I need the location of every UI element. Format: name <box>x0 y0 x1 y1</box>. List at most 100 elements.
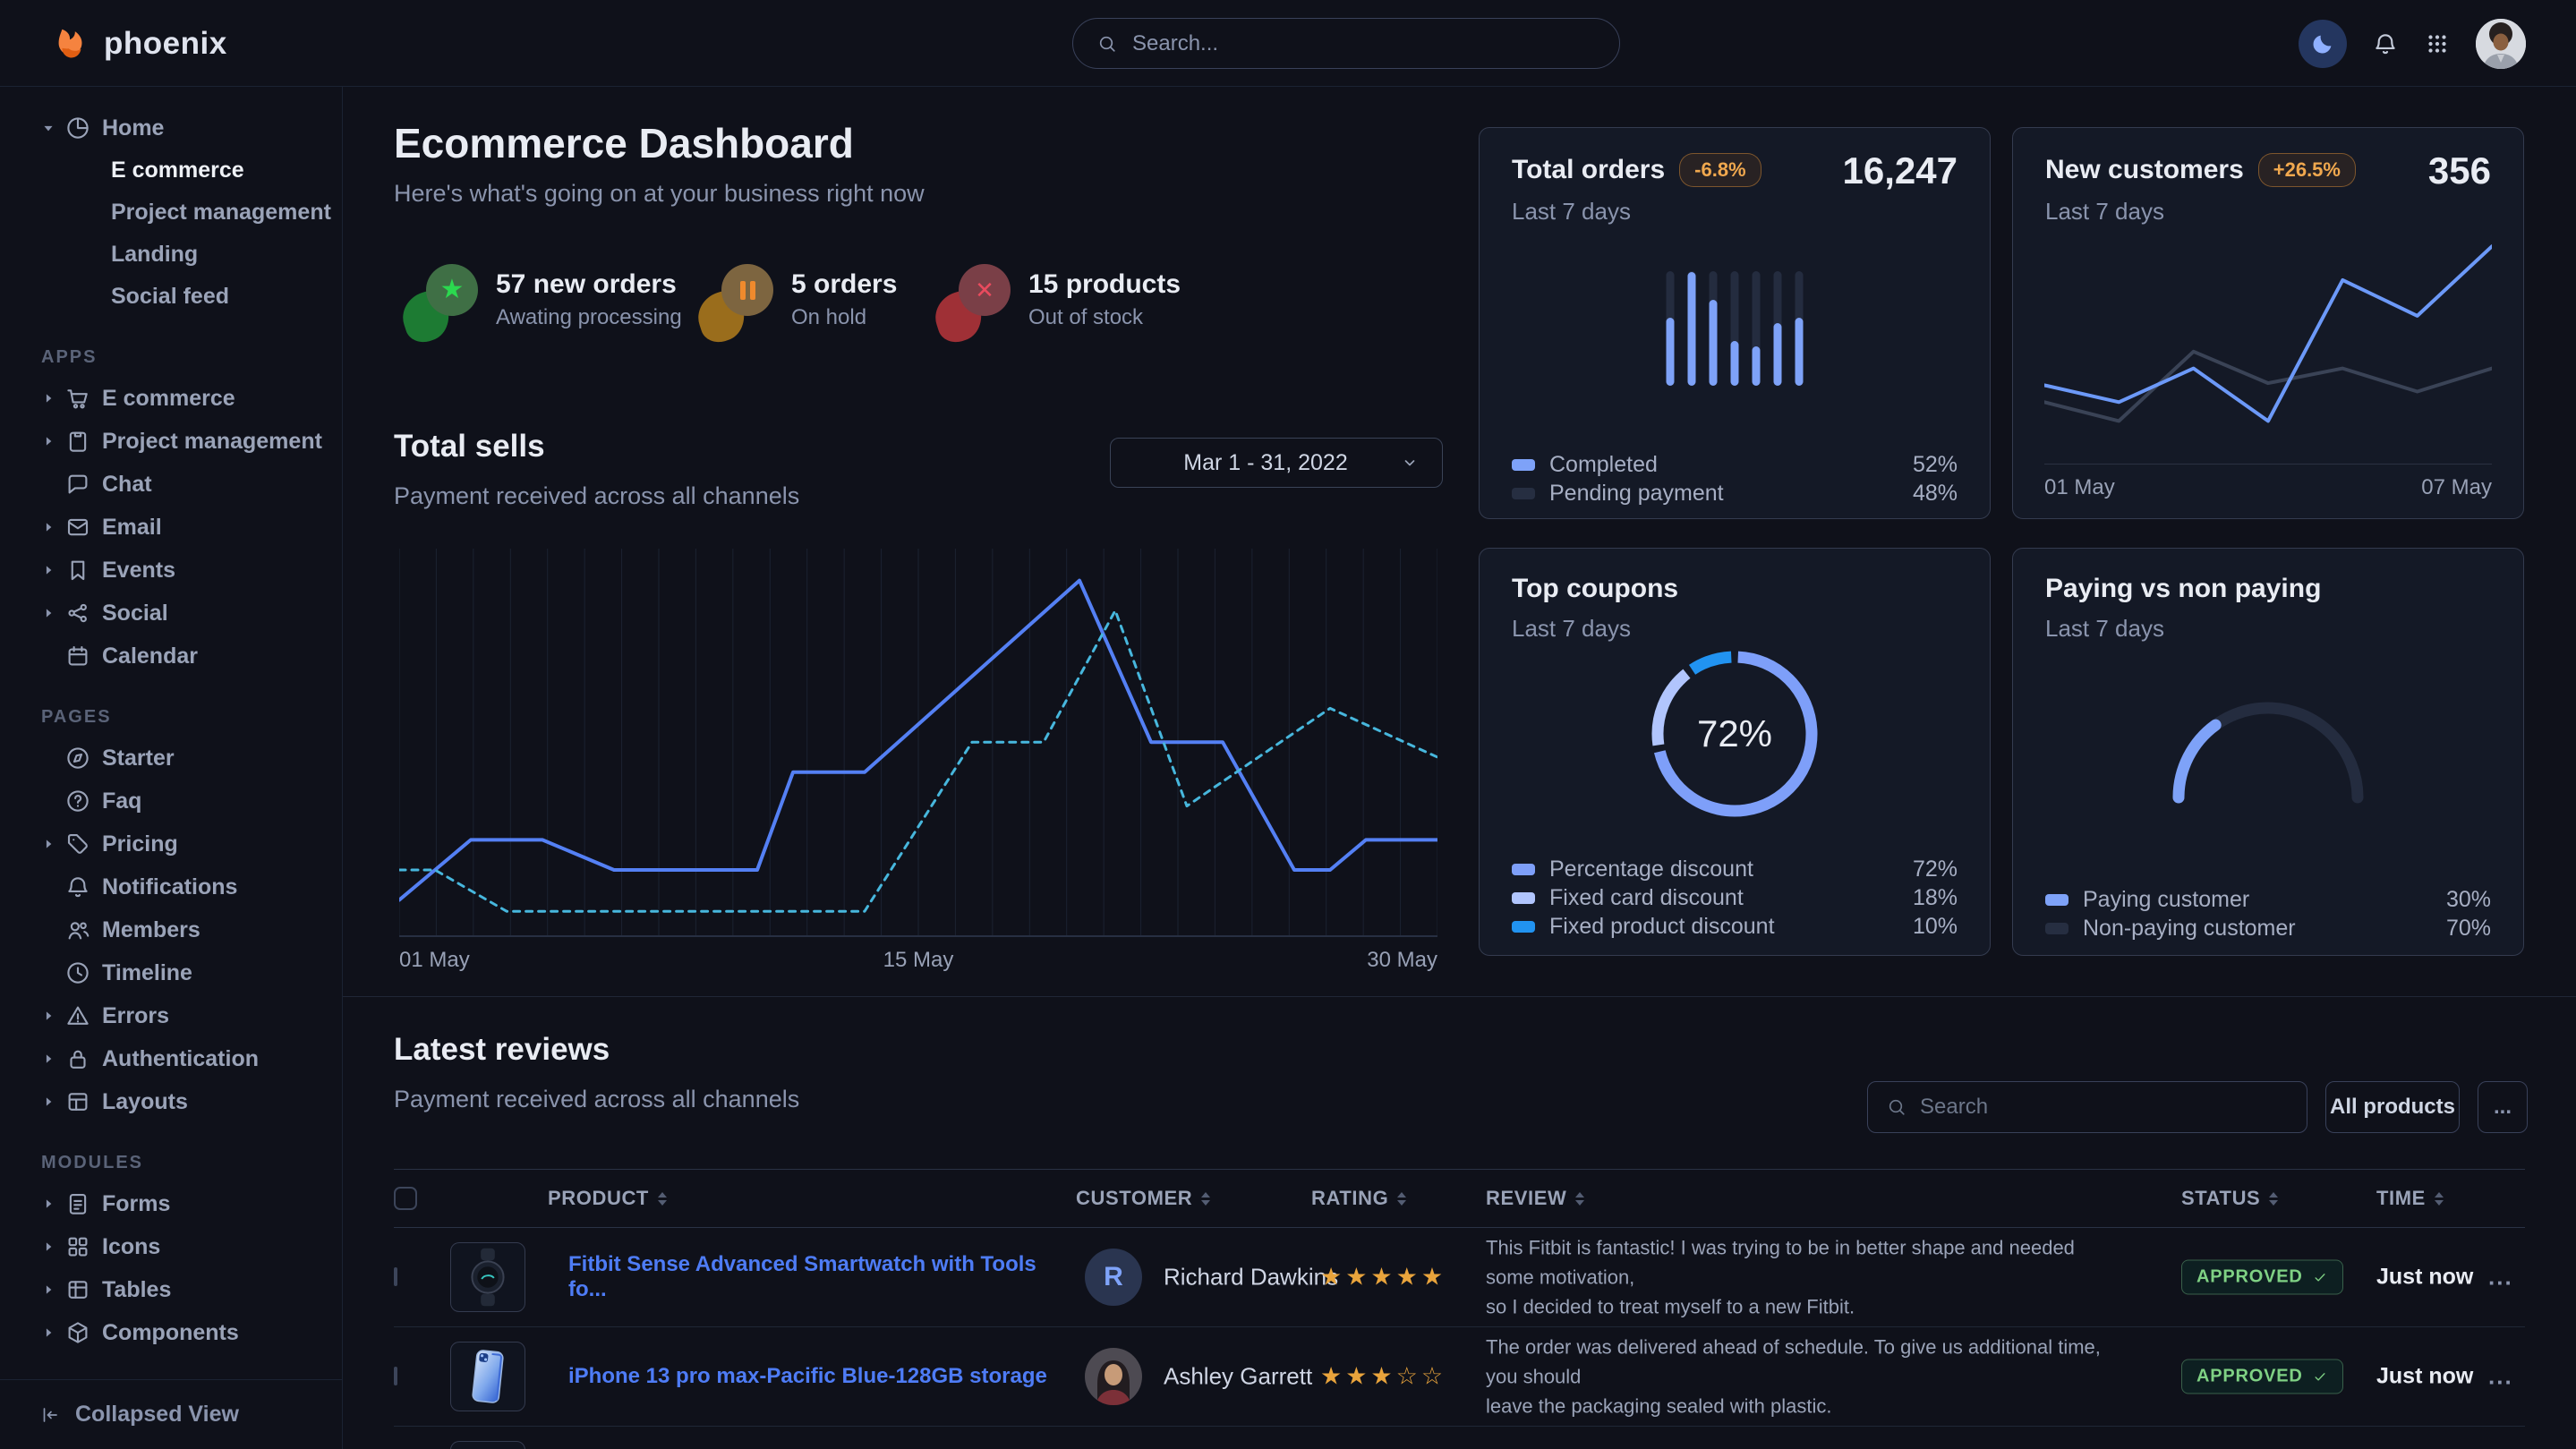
date-range-select[interactable]: Mar 1 - 31, 2022 <box>1110 438 1443 488</box>
reviews-search[interactable] <box>1867 1081 2307 1133</box>
sidebar-item-timeline[interactable]: Timeline <box>0 951 342 994</box>
reviews-table: PRODUCT CUSTOMER RATING REVIEW STATUS TIME Fi… <box>394 1169 2525 1449</box>
notifications-button[interactable] <box>2372 30 2399 57</box>
sidebar-item-home[interactable]: Home <box>0 107 342 149</box>
column-header-review[interactable]: REVIEW <box>1486 1170 1584 1227</box>
brand-logo[interactable]: phoenix <box>50 0 227 87</box>
sidebar-item-notifications[interactable]: Notifications <box>0 865 342 908</box>
total-sells-chart <box>399 533 1437 937</box>
sidebar-item-icons[interactable]: Icons <box>0 1225 342 1268</box>
legend-item-pending-payment: Pending payment48% <box>1512 479 1958 507</box>
sidebar-item-e-commerce[interactable]: E commerce <box>0 377 342 420</box>
sidebar-item-label: Errors <box>102 1003 169 1029</box>
reviews-search-input[interactable] <box>1920 1095 2289 1120</box>
stat-circle-shape: ✕ <box>959 264 1011 316</box>
caret-right-icon <box>39 1050 64 1068</box>
main-content: Ecommerce Dashboard Here's what's going … <box>343 87 2576 1449</box>
stat-circle-shape: ★ <box>426 264 478 316</box>
sidebar-item-errors[interactable]: Errors <box>0 994 342 1037</box>
stat-caption: On hold <box>791 305 897 330</box>
sidebar-item-label: Icons <box>102 1234 160 1260</box>
review-text: This Fitbit is fantastic! I was trying t… <box>1486 1233 2112 1322</box>
stat-text: 15 productsOut of stock <box>1028 269 1181 330</box>
column-header-time[interactable]: TIME <box>2376 1170 2444 1227</box>
card-legend: Paying customer30%Non-paying customer70% <box>2045 885 2491 942</box>
row-actions-button[interactable]: ... <box>2488 1264 2513 1291</box>
status-cell: APPROVED <box>2181 1360 2343 1394</box>
page-subtitle: Here's what's going on at your business … <box>394 180 925 208</box>
sidebar-subitem-e-commerce[interactable]: E commerce <box>0 149 342 192</box>
card-value: 16,247 <box>1843 149 1958 192</box>
sidebar-item-email[interactable]: Email <box>0 506 342 549</box>
new-customers-card: New customers +26.5% 356 Last 7 days 01 … <box>2012 127 2524 519</box>
card-value: 356 <box>2428 149 2491 192</box>
legend-value: 52% <box>1913 452 1958 478</box>
sidebar-item-pricing[interactable]: Pricing <box>0 823 342 865</box>
avatar-image <box>2476 19 2526 69</box>
sidebar-subitem-landing[interactable]: Landing <box>0 234 342 276</box>
app-root: phoenix HomeE commerceProject managemen <box>0 0 2576 1449</box>
customer-name: Richard Dawkins <box>1164 1264 1338 1291</box>
sidebar-item-label: Chat <box>102 472 152 498</box>
mail-icon <box>64 514 102 541</box>
sidebar-subitem-project-management[interactable]: Project management <box>0 192 342 234</box>
sidebar-item-label: Layouts <box>102 1089 188 1115</box>
column-header-customer[interactable]: CUSTOMER <box>1076 1170 1210 1227</box>
column-header-product[interactable]: PRODUCT <box>548 1170 667 1227</box>
file-text-icon <box>64 1190 102 1217</box>
new-customers-line-chart <box>2044 235 2492 462</box>
sidebar-subitem-social-feed[interactable]: Social feed <box>0 276 342 318</box>
collapse-sidebar-button[interactable]: Collapsed View <box>0 1379 342 1449</box>
product-thumbnail[interactable] <box>450 1242 525 1312</box>
caret-right-icon <box>39 1324 64 1342</box>
sidebar-item-forms[interactable]: Forms <box>0 1182 342 1225</box>
legend-item-non-paying-customer: Non-paying customer70% <box>2045 914 2491 942</box>
box-icon <box>64 1319 102 1346</box>
sidebar-item-calendar[interactable]: Calendar <box>0 635 342 678</box>
global-search[interactable] <box>1072 18 1620 69</box>
sidebar-item-events[interactable]: Events <box>0 549 342 592</box>
sidebar-item-chat[interactable]: Chat <box>0 463 342 506</box>
product-link[interactable]: iPhone 13 pro max-Pacific Blue-128GB sto… <box>568 1364 1070 1389</box>
sidebar-item-authentication[interactable]: Authentication <box>0 1037 342 1080</box>
caret-right-icon <box>39 518 64 536</box>
apps-menu-button[interactable] <box>2424 30 2451 57</box>
all-products-button[interactable]: All products <box>2325 1081 2460 1133</box>
reviews-table-body: Fitbit Sense Advanced Smartwatch with To… <box>394 1228 2525 1449</box>
stat-text: 5 ordersOn hold <box>791 269 897 330</box>
card-legend: Percentage discount72%Fixed card discoun… <box>1512 855 1958 941</box>
sidebar-item-faq[interactable]: Faq <box>0 780 342 823</box>
sidebar-item-starter[interactable]: Starter <box>0 737 342 780</box>
row-checkbox[interactable] <box>394 1367 397 1385</box>
sort-icon <box>2269 1192 2278 1206</box>
product-thumbnail[interactable] <box>450 1342 525 1411</box>
card-period: Last 7 days <box>2045 198 2491 226</box>
bar-track <box>1753 271 1761 386</box>
row-checkbox[interactable] <box>394 1267 397 1286</box>
x-icon: ✕ <box>975 278 994 302</box>
legend-label: Pending payment <box>1549 481 1724 507</box>
column-header-status[interactable]: STATUS <box>2181 1170 2278 1227</box>
sidebar-item-components[interactable]: Components <box>0 1311 342 1354</box>
select-all-checkbox[interactable] <box>394 1187 417 1210</box>
card-period: Last 7 days <box>1512 615 1958 643</box>
sidebar-item-layouts[interactable]: Layouts <box>0 1080 342 1123</box>
column-header-rating[interactable]: RATING <box>1311 1170 1406 1227</box>
check-icon <box>2312 1368 2328 1385</box>
legend-swatch <box>1512 459 1535 471</box>
more-options-button[interactable]: ... <box>2478 1081 2528 1133</box>
global-search-input[interactable] <box>1132 31 1596 56</box>
sidebar-item-tables[interactable]: Tables <box>0 1268 342 1311</box>
sidebar-item-social[interactable]: Social <box>0 592 342 635</box>
sidebar-nav: HomeE commerceProject managementLandingS… <box>0 87 342 1354</box>
dark-mode-toggle[interactable] <box>2299 20 2347 68</box>
sidebar-item-members[interactable]: Members <box>0 908 342 951</box>
product-link[interactable]: Fitbit Sense Advanced Smartwatch with To… <box>568 1252 1070 1302</box>
row-actions-button[interactable]: ... <box>2488 1363 2513 1391</box>
brand-name: phoenix <box>104 26 227 62</box>
review-line: The order was delivered ahead of schedul… <box>1486 1333 2112 1392</box>
customer-avatar: R <box>1085 1249 1142 1306</box>
card-title: New customers <box>2045 155 2244 185</box>
user-avatar[interactable] <box>2476 19 2526 69</box>
sidebar-item-project-management[interactable]: Project management <box>0 420 342 463</box>
